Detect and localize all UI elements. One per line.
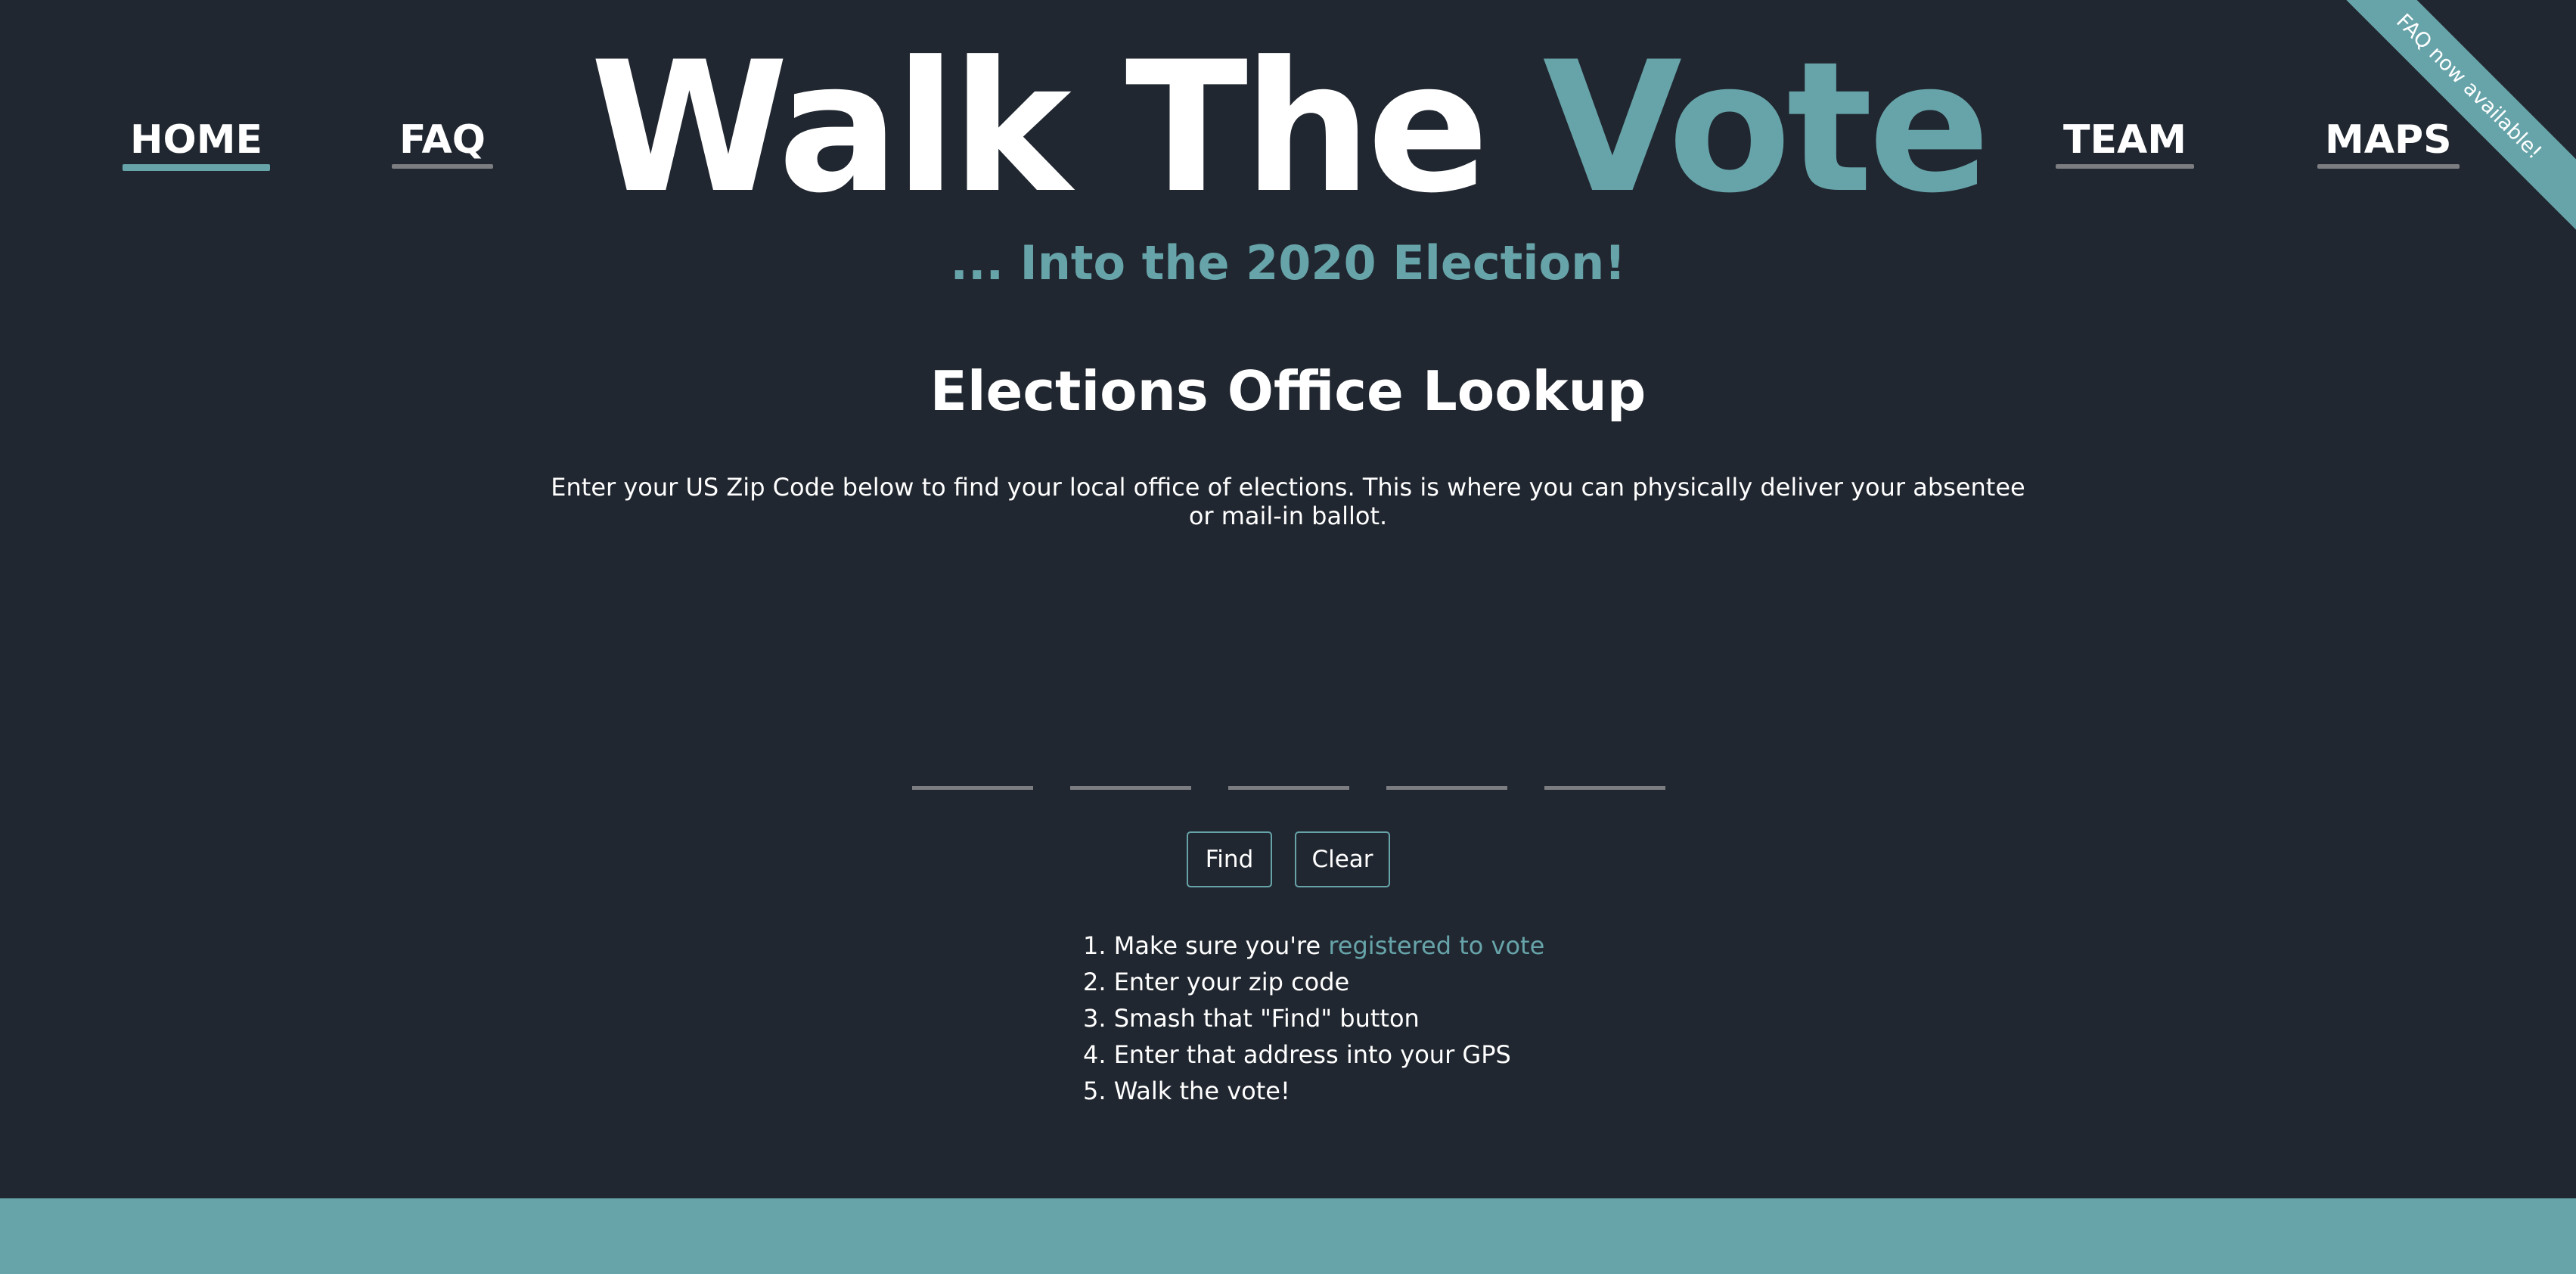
steps-list: 1. Make sure you're registered to vote 2…: [1083, 928, 1544, 1109]
zip-digit-4-input[interactable]: [1386, 749, 1507, 790]
zip-digit-5-input[interactable]: [1544, 749, 1665, 790]
step-item-1: 1. Make sure you're registered to vote: [1083, 928, 1544, 964]
zip-code-inputs: [912, 749, 1665, 790]
step-item-4: 4. Enter that address into your GPS: [1083, 1040, 1511, 1069]
lookup-instructions: Enter your US Zip Code below to find you…: [551, 473, 2025, 530]
page-title: Elections Office Lookup: [930, 359, 1646, 423]
registered-to-vote-link[interactable]: registered to vote: [1328, 931, 1544, 960]
zip-digit-2-input[interactable]: [1070, 749, 1191, 790]
zip-digit-1-input[interactable]: [912, 749, 1033, 790]
site-logo: Walk The Vote: [0, 30, 2576, 227]
clear-button[interactable]: Clear: [1295, 831, 1390, 887]
find-button[interactable]: Find: [1187, 831, 1272, 887]
step-item-3: 3. Smash that "Find" button: [1083, 1004, 1420, 1033]
footer-band: [0, 1198, 2576, 1274]
step-item-5: 5. Walk the vote!: [1083, 1077, 1290, 1105]
logo-text-walk-the: Walk The: [590, 23, 1543, 233]
zip-digit-3-input[interactable]: [1228, 749, 1349, 790]
step-item-2: 2. Enter your zip code: [1083, 968, 1350, 996]
step-1-text: 1. Make sure you're: [1083, 931, 1329, 960]
site-subtitle: ... Into the 2020 Election!: [950, 235, 1626, 291]
logo-text-vote: Vote: [1542, 23, 1991, 233]
